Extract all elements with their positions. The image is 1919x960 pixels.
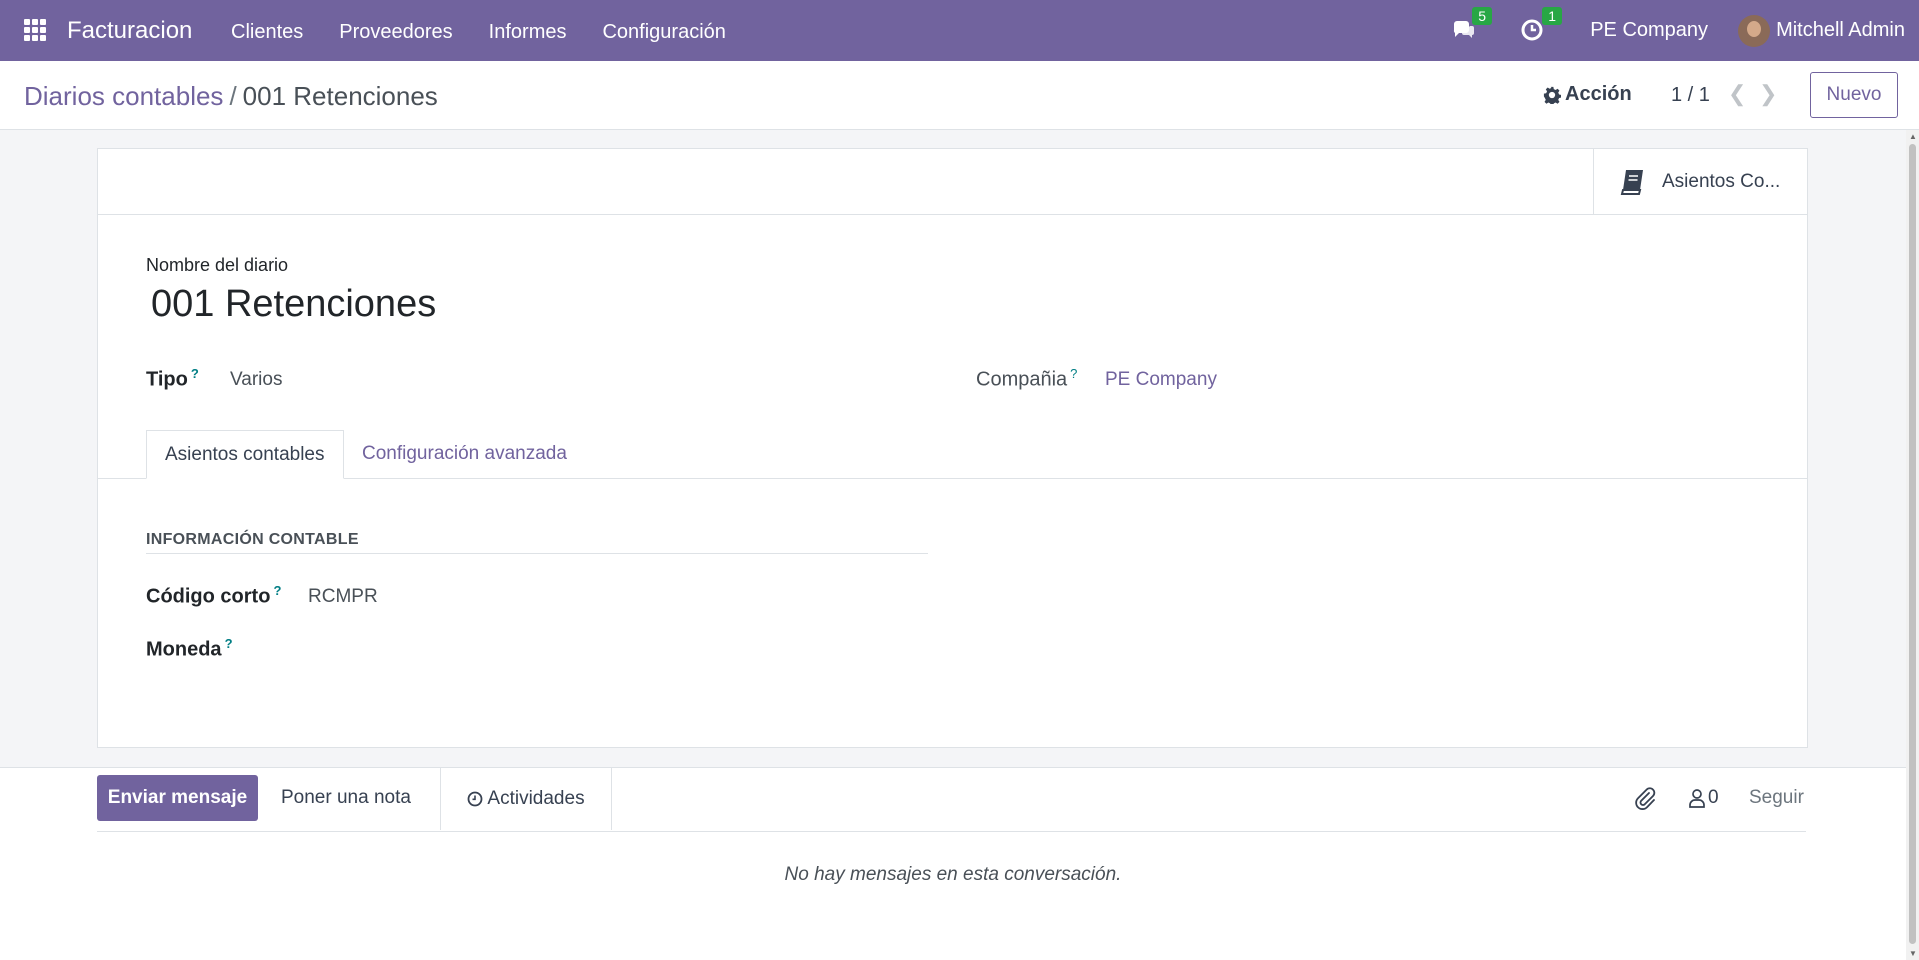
activities-button[interactable]: Actividades [440, 768, 612, 830]
control-panel: Diarios contables/001 Retenciones Acción… [0, 61, 1919, 130]
section-title: INFORMACIÓN CONTABLE [146, 531, 928, 554]
chatter: Enviar mensaje Poner una nota Actividade… [0, 767, 1906, 960]
company-help-icon[interactable]: ? [1070, 366, 1077, 381]
followers-count: 0 [1708, 787, 1719, 808]
currency-label: Moneda? [146, 636, 233, 662]
messages-icon[interactable]: 5 [1450, 6, 1493, 44]
top-navbar: Facturacion Clientes Proveedores Informe… [0, 0, 1919, 61]
user-icon [1689, 789, 1705, 808]
user-menu[interactable]: Mitchell Admin [1776, 19, 1905, 42]
page-scrollbar[interactable]: ▲ ▼ [1906, 130, 1919, 960]
breadcrumb: Diarios contables/001 Retenciones [24, 81, 438, 112]
scroll-up-icon[interactable]: ▲ [1909, 132, 1917, 141]
action-button[interactable]: Acción [1543, 83, 1632, 106]
currency-help-icon[interactable]: ? [225, 636, 233, 651]
notebook-tabs: Asientos contables Configuración avanzad… [98, 430, 1807, 479]
activities-label: Actividades [487, 788, 585, 809]
menu-item-proveedores[interactable]: Proveedores [339, 21, 452, 44]
empty-chatter-message: No hay mensajes en esta conversación. [784, 864, 1122, 885]
company-label: Compañia? [976, 366, 1077, 392]
main-menu: Clientes Proveedores Informes Configurac… [231, 21, 762, 44]
scrollbar-thumb[interactable] [1909, 144, 1916, 944]
gear-icon [1543, 86, 1561, 104]
short-code-label: Código corto? [146, 583, 281, 609]
form-view: Asientos Co... Nombre del diario 001 Ret… [0, 130, 1906, 960]
followers-button[interactable]: 0 [1688, 787, 1719, 809]
send-message-button[interactable]: Enviar mensaje [97, 775, 258, 821]
activity-clock-icon[interactable]: 1 [1520, 6, 1563, 44]
log-note-button[interactable]: Poner una nota [281, 787, 411, 809]
journal-entries-smart-button[interactable]: Asientos Co... [1593, 149, 1807, 214]
company-switcher[interactable]: PE Company [1590, 19, 1708, 42]
currency-label-text: Moneda [146, 638, 222, 661]
chatter-topbar: Enviar mensaje Poner una nota Actividade… [97, 768, 1806, 832]
apps-menu-icon[interactable] [24, 19, 46, 41]
book-icon [1620, 169, 1643, 195]
company-field[interactable]: PE Company [1105, 369, 1217, 391]
pager-value[interactable]: 1 / 1 [1671, 84, 1710, 107]
company-label-text: Compañia [976, 368, 1068, 391]
smart-button-label: Asientos Co... [1662, 170, 1781, 192]
follow-button[interactable]: Seguir [1749, 787, 1804, 809]
menu-item-informes[interactable]: Informes [489, 21, 567, 44]
clock-icon [468, 791, 483, 807]
short-code-field[interactable]: RCMPR [308, 586, 378, 608]
app-name[interactable]: Facturacion [67, 17, 192, 45]
activities-badge: 1 [1542, 6, 1563, 25]
messages-badge: 5 [1472, 6, 1493, 25]
short-code-help-icon[interactable]: ? [273, 583, 281, 598]
action-label: Acción [1565, 83, 1632, 105]
breadcrumb-separator: / [229, 81, 237, 111]
user-avatar[interactable] [1738, 14, 1771, 47]
scroll-down-icon[interactable]: ▼ [1909, 949, 1917, 958]
tipo-help-icon[interactable]: ? [191, 366, 199, 381]
pager-next-icon[interactable]: ❯ [1759, 81, 1777, 107]
new-button[interactable]: Nuevo [1810, 72, 1898, 118]
journal-name-field[interactable]: 001 Retenciones [151, 283, 436, 326]
paperclip-icon[interactable] [1634, 787, 1656, 811]
journal-name-label: Nombre del diario [146, 255, 289, 275]
breadcrumb-parent[interactable]: Diarios contables [24, 81, 223, 111]
button-box: Asientos Co... [98, 149, 1807, 215]
menu-item-clientes[interactable]: Clientes [231, 21, 303, 44]
breadcrumb-current: 001 Retenciones [242, 81, 438, 111]
tab-asientos-contables[interactable]: Asientos contables [146, 430, 344, 479]
tipo-label-text: Tipo [146, 368, 188, 391]
tab-configuracion-avanzada[interactable]: Configuración avanzada [344, 430, 585, 478]
pager-previous-icon[interactable]: ❮ [1728, 81, 1746, 107]
menu-item-configuracion[interactable]: Configuración [602, 21, 725, 44]
systray: 5 1 PE Company Mitchell Admin [1450, 0, 1919, 61]
form-sheet: Asientos Co... Nombre del diario 001 Ret… [97, 148, 1808, 748]
tipo-label: Tipo? [146, 366, 199, 392]
short-code-label-text: Código corto [146, 585, 271, 608]
tipo-field[interactable]: Varios [230, 369, 282, 391]
